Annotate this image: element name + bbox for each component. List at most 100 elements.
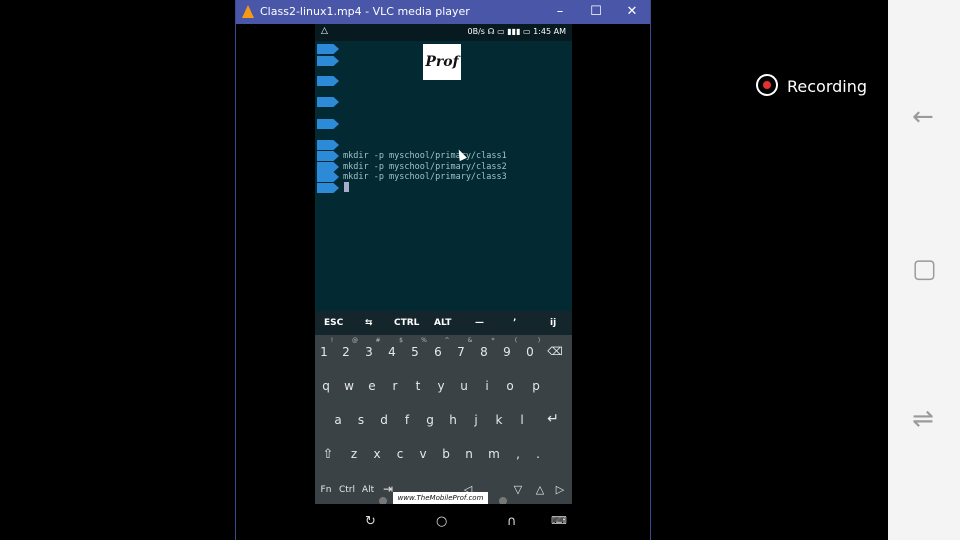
arrow-down-icon[interactable]: ▽ [509,483,527,496]
key[interactable]: v [414,447,432,461]
key[interactable]: 4 [383,345,401,359]
key[interactable]: k [490,413,508,427]
key[interactable]: 5 [406,345,424,359]
key[interactable]: r [386,379,404,393]
key-sup: % [421,337,427,344]
prompt-icon [317,151,339,161]
key[interactable]: y [432,379,450,393]
system-nav-sidebar: ← ▢ ⇌ [888,0,960,540]
prompt-icon [317,44,339,54]
recent-apps-icon[interactable]: ⇌ [912,404,934,434]
key[interactable]: o [501,379,519,393]
record-icon [756,74,778,96]
key-fn[interactable]: Fn [317,485,335,495]
arrow-up-icon[interactable]: △ [531,483,549,496]
key-quote[interactable]: ’ [513,318,516,328]
vlc-cone-icon [242,5,254,18]
key-ctrl[interactable]: CTRL [394,318,419,328]
key[interactable]: 1 [315,345,333,359]
key-sup: $ [399,337,403,344]
prompt-icon [317,162,339,172]
keyboard-icon[interactable]: ⌨ [551,514,567,527]
key[interactable]: 8 [475,345,493,359]
key-tab[interactable]: ⇆ [365,318,373,328]
key[interactable]: x [368,447,386,461]
key-alt[interactable]: Alt [359,485,377,495]
key[interactable]: 9 [498,345,516,359]
key[interactable]: w [340,379,358,393]
soft-keyboard: 1 2 3 4 5 6 7 8 9 0 ! @ # $ % ^ & * ( ) … [315,335,572,515]
recents-icon[interactable]: ↻ [365,514,376,529]
key-ctrl[interactable]: Ctrl [337,485,357,495]
prompt-icon [317,140,339,150]
key[interactable]: l [513,413,531,427]
key[interactable]: a [329,413,347,427]
backspace-icon[interactable]: ⌫ [543,345,567,358]
prompt-icon [317,119,339,129]
key-sup: & [467,337,473,344]
back-arrow-icon[interactable]: ← [912,102,934,132]
shift-icon[interactable]: ⇧ [319,447,337,462]
key[interactable]: g [421,413,439,427]
key[interactable]: 2 [337,345,355,359]
key[interactable]: q [317,379,335,393]
key-dash[interactable]: — [475,318,484,328]
recording-label: Recording [787,77,868,96]
window-title: Class2-linux1.mp4 - VLC media player [260,5,470,18]
title-bar[interactable]: Class2-linux1.mp4 - VLC media player – ☐… [236,0,650,24]
key[interactable]: 6 [429,345,447,359]
arrow-right-icon[interactable]: ▷ [551,483,569,496]
key-alt[interactable]: ALT [434,318,451,328]
extra-keys-row: ESC ⇆ CTRL ALT — ’ ij [315,311,572,335]
minimize-button[interactable]: – [542,0,578,24]
key[interactable]: 0 [521,345,539,359]
key-sup: ! [330,337,334,344]
prof-logo: Prof [423,44,461,80]
key[interactable]: z [345,447,363,461]
key[interactable]: c [391,447,409,461]
key[interactable]: m [485,447,503,461]
key[interactable]: 7 [452,345,470,359]
key-sup: # [375,337,381,344]
video-frame[interactable]: △ 0B/s ☊ ▭ ▮▮▮ ▭ 1:45 AM Prof mkdir -p m… [315,24,572,540]
key[interactable]: i [478,379,496,393]
prompt-icon [317,183,339,193]
key[interactable]: p [527,379,545,393]
key[interactable]: d [375,413,393,427]
key[interactable]: e [363,379,381,393]
phone-nav-bar: ↻ ○ ∩ ⌨ [315,504,572,540]
key[interactable]: n [460,447,478,461]
terminal-line: mkdir -p myschool/primary/class2 [343,162,507,172]
key[interactable]: b [437,447,455,461]
key[interactable]: . [529,447,547,461]
key-sup: ( [514,337,518,344]
key[interactable]: , [509,447,527,461]
key-sup: * [491,337,495,344]
enter-icon[interactable]: ↵ [541,411,565,427]
terminal-line: mkdir -p myschool/primary/class3 [343,172,507,182]
key[interactable]: s [352,413,370,427]
back-icon[interactable]: ∩ [507,514,517,529]
overview-icon[interactable]: ▢ [912,254,937,284]
prompt-icon [317,76,339,86]
key[interactable]: h [444,413,462,427]
terminal-line: mkdir -p myschool/primary/class1 [343,151,507,161]
key-esc[interactable]: ESC [324,318,343,328]
key[interactable]: f [398,413,416,427]
watermark: www.TheMobileProf.com [393,492,488,504]
maximize-button[interactable]: ☐ [578,0,614,24]
key[interactable]: u [455,379,473,393]
key-sup: ) [537,337,541,344]
close-button[interactable]: ✕ [614,0,650,24]
key[interactable]: t [409,379,427,393]
prompt-icon [317,56,339,66]
home-icon[interactable]: ○ [436,514,447,529]
key-sup: ^ [444,337,450,344]
key[interactable]: j [467,413,485,427]
warning-icon: △ [321,26,328,36]
phone-status-bar: △ 0B/s ☊ ▭ ▮▮▮ ▭ 1:45 AM [315,24,572,41]
key-ij[interactable]: ij [550,318,556,328]
status-right: 0B/s ☊ ▭ ▮▮▮ ▭ 1:45 AM [467,27,566,36]
recording-indicator[interactable]: Recording [756,72,876,102]
key[interactable]: 3 [360,345,378,359]
